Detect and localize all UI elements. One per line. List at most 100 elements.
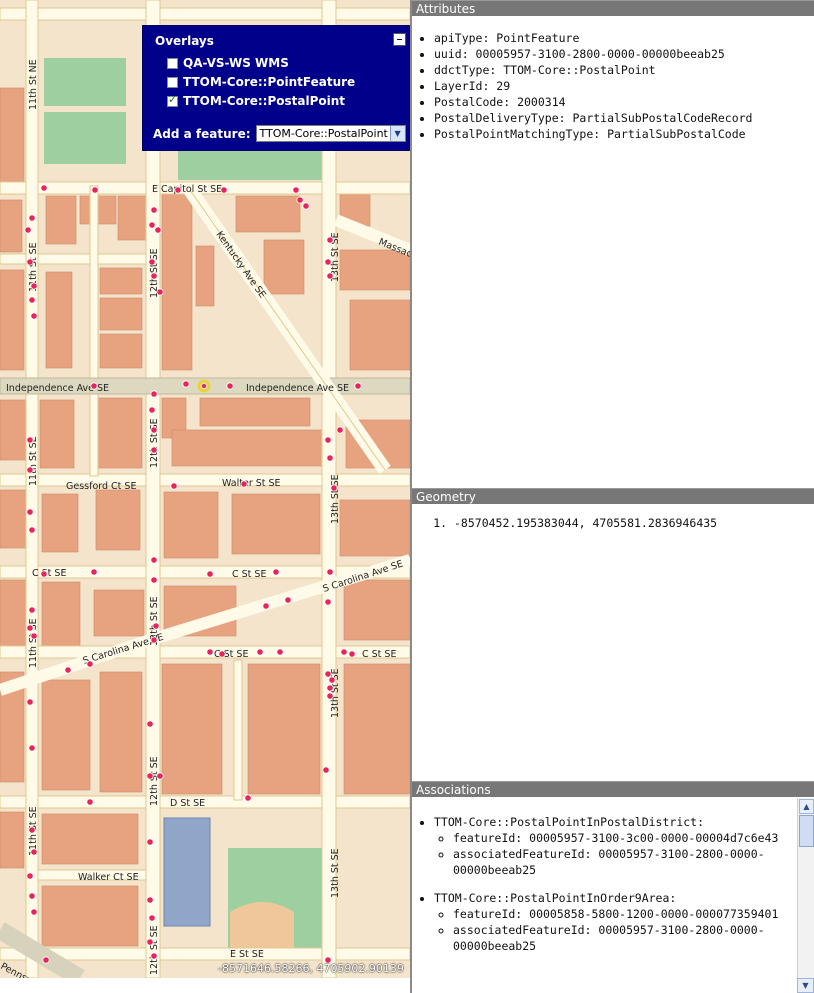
postal-point[interactable] — [354, 382, 362, 390]
postal-point[interactable] — [326, 272, 334, 280]
postal-point[interactable] — [330, 484, 338, 492]
postal-point[interactable] — [272, 568, 280, 576]
postal-point[interactable] — [26, 258, 34, 266]
postal-point[interactable] — [28, 892, 36, 900]
postal-point[interactable] — [28, 296, 36, 304]
postal-point[interactable] — [90, 382, 98, 390]
postal-point[interactable] — [326, 236, 334, 244]
postal-point[interactable] — [292, 186, 300, 194]
layer-toggle-postalpoint[interactable]: TTOM-Core::PostalPoint — [167, 93, 345, 109]
postal-point[interactable] — [152, 622, 160, 630]
map-view[interactable]: E Capitol St SE Independence Ave SE Inde… — [0, 0, 410, 978]
postal-point[interactable] — [40, 570, 48, 578]
postal-point[interactable] — [150, 636, 158, 644]
postal-point[interactable] — [24, 226, 32, 234]
postal-point[interactable] — [340, 648, 348, 656]
postal-point[interactable] — [146, 838, 154, 846]
postal-point[interactable] — [296, 196, 304, 204]
postal-point[interactable] — [276, 648, 284, 656]
postal-point[interactable] — [220, 186, 228, 194]
postal-point[interactable] — [156, 772, 164, 780]
postal-point[interactable] — [182, 380, 190, 388]
postal-point[interactable] — [28, 744, 36, 752]
minimize-button[interactable] — [393, 33, 406, 46]
postal-point[interactable] — [328, 676, 336, 684]
postal-point[interactable] — [30, 632, 38, 640]
postal-point[interactable] — [218, 650, 226, 658]
postal-point[interactable] — [148, 914, 156, 922]
scrollbar-thumb[interactable] — [799, 815, 814, 847]
postal-point[interactable] — [148, 406, 156, 414]
postal-point[interactable] — [64, 666, 72, 674]
postal-point[interactable] — [26, 698, 34, 706]
postal-point[interactable] — [324, 670, 332, 678]
postal-point[interactable] — [326, 568, 334, 576]
postal-point[interactable] — [150, 272, 158, 280]
postal-point[interactable] — [244, 794, 252, 802]
postal-point[interactable] — [30, 282, 38, 290]
layer-checkbox[interactable] — [167, 93, 178, 107]
associations-scrollbar[interactable]: ▲ — [797, 798, 814, 993]
postal-point[interactable] — [28, 826, 36, 834]
postal-point[interactable] — [302, 202, 310, 210]
associations-scroll-area[interactable]: TTOM-Core::PostalPointInPostalDistrict: … — [412, 798, 798, 993]
postal-point[interactable] — [30, 312, 38, 320]
postal-point[interactable] — [146, 772, 154, 780]
postal-point[interactable] — [148, 221, 156, 229]
postal-point[interactable] — [28, 526, 36, 534]
postal-point[interactable] — [150, 952, 158, 960]
postal-point[interactable] — [322, 766, 330, 774]
layer-toggle-pointfeature[interactable]: TTOM-Core::PointFeature — [167, 74, 355, 90]
postal-point[interactable] — [324, 436, 332, 444]
layer-checkbox[interactable] — [167, 76, 178, 88]
postal-point[interactable] — [326, 692, 334, 700]
postal-point[interactable] — [336, 426, 344, 434]
postal-point[interactable] — [28, 606, 36, 614]
scroll-up-icon[interactable]: ▲ — [799, 799, 814, 814]
postal-point[interactable] — [150, 576, 158, 584]
postal-point[interactable] — [30, 848, 38, 856]
postal-point[interactable] — [174, 186, 182, 194]
postal-point[interactable] — [26, 466, 34, 474]
postal-point[interactable] — [154, 226, 162, 234]
postal-point[interactable] — [146, 938, 154, 946]
postal-point[interactable] — [256, 648, 264, 656]
chevron-down-icon[interactable]: ▼ — [389, 126, 405, 141]
postal-point[interactable] — [324, 258, 332, 266]
postal-point[interactable] — [86, 660, 94, 668]
postal-point[interactable] — [150, 446, 158, 454]
scroll-down-icon[interactable]: ▼ — [797, 978, 814, 993]
postal-point[interactable] — [86, 798, 94, 806]
postal-point[interactable] — [26, 872, 34, 880]
postal-point[interactable] — [156, 288, 164, 296]
postal-point[interactable] — [170, 482, 178, 490]
feature-type-select[interactable]: TTOM-Core::PostalPoint ▼ — [255, 125, 406, 142]
postal-point[interactable] — [150, 206, 158, 214]
postal-point[interactable] — [26, 508, 34, 516]
postal-point[interactable] — [284, 596, 292, 604]
postal-point[interactable] — [150, 426, 158, 434]
postal-point[interactable] — [324, 598, 332, 606]
postal-point[interactable] — [150, 556, 158, 564]
postal-point[interactable] — [326, 454, 334, 462]
layer-toggle-wms[interactable]: QA-VS-WS WMS — [167, 55, 289, 71]
postal-point[interactable] — [146, 720, 154, 728]
postal-point[interactable] — [348, 650, 356, 658]
postal-point[interactable] — [148, 258, 156, 266]
postal-point[interactable] — [90, 568, 98, 576]
postal-point[interactable] — [226, 382, 234, 390]
postal-point[interactable] — [150, 390, 158, 398]
postal-point[interactable] — [26, 436, 34, 444]
postal-point[interactable] — [40, 184, 48, 192]
postal-point[interactable] — [326, 684, 334, 692]
postal-point[interactable] — [262, 602, 270, 610]
postal-point[interactable] — [26, 624, 34, 632]
postal-point[interactable] — [146, 896, 154, 904]
postal-point[interactable] — [91, 186, 99, 194]
postal-point[interactable] — [30, 908, 38, 916]
layer-checkbox[interactable] — [167, 57, 178, 69]
postal-point[interactable] — [28, 214, 36, 222]
postal-point[interactable] — [206, 570, 214, 578]
postal-point[interactable] — [240, 480, 248, 488]
postal-point[interactable] — [42, 956, 50, 964]
